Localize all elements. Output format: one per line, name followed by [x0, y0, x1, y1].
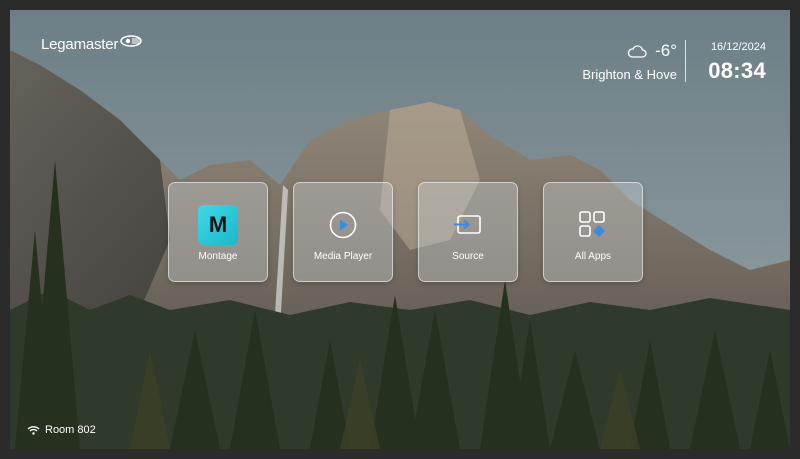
app-label-montage: Montage — [198, 251, 238, 262]
brand-logo: Legamaster — [41, 34, 142, 53]
wifi-icon — [27, 426, 40, 435]
time-text: 08:34 — [708, 58, 766, 83]
source-input-icon — [448, 205, 488, 245]
app-tile-all-apps[interactable]: All Apps — [543, 182, 643, 282]
brand-logo-text: Legamaster — [41, 36, 119, 53]
clock-widget: 16/12/2024 08:34 — [696, 41, 766, 84]
app-label-source: Source — [452, 251, 484, 262]
app-launcher: M Montage Media Player Source All Apps — [168, 182, 643, 282]
weather-widget: -6° Brighton & Hove — [575, 41, 677, 82]
network-status: Room 802 — [27, 424, 96, 436]
date-text: 16/12/2024 — [710, 41, 766, 53]
montage-icon: M — [198, 205, 238, 245]
app-tile-montage[interactable]: M Montage — [168, 182, 268, 282]
room-name: Room 802 — [45, 424, 96, 436]
app-tile-media-player[interactable]: Media Player — [293, 182, 393, 282]
cloud-icon — [627, 45, 647, 58]
header-divider — [685, 40, 686, 82]
app-label-media-player: Media Player — [313, 251, 373, 262]
app-tile-source[interactable]: Source — [418, 182, 518, 282]
montage-icon-letter: M — [198, 205, 238, 245]
weather-location: Brighton & Hove — [582, 67, 677, 82]
app-label-all-apps: All Apps — [574, 251, 612, 262]
all-apps-grid-icon — [573, 205, 613, 245]
legamaster-logo-mark-icon — [120, 34, 142, 47]
media-player-icon — [323, 205, 363, 245]
temperature-value: -6° — [655, 41, 677, 60]
home-screen: Legamaster -6° Brighton & Hove 16/12/202… — [10, 10, 790, 449]
